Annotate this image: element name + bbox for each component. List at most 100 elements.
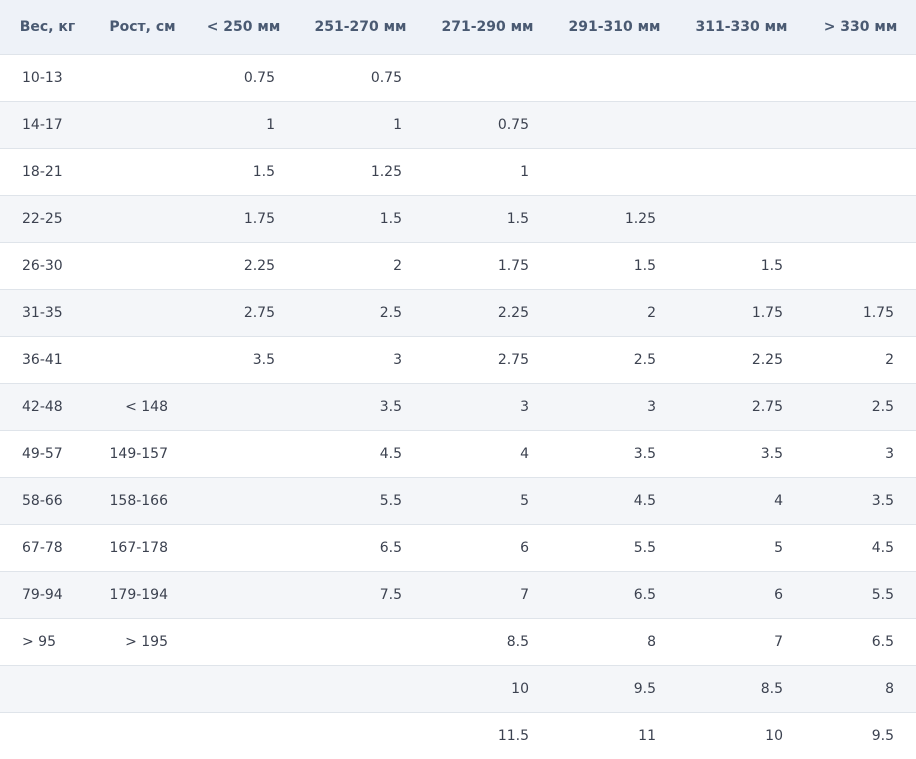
header-row: Вес, кг Рост, см < 250 мм 251-270 мм 271… <box>0 0 916 54</box>
table-cell <box>190 430 297 477</box>
table-cell: 2.5 <box>871 398 894 415</box>
table-cell <box>95 242 190 289</box>
table-cell <box>805 148 916 195</box>
table-row: 22-25 1.75 1.5 1.5 1.25 <box>0 195 916 242</box>
table-cell: 9.5 <box>633 680 656 697</box>
table-cell: 31-35 <box>22 304 63 321</box>
table-cell: 10 <box>511 680 529 697</box>
table-row: 31-35 2.75 2.5 2.25 2 1.75 1.75 <box>0 289 916 336</box>
table-cell: 1 <box>520 163 529 180</box>
table-cell: 10-13 <box>22 69 63 86</box>
table-row: 11.5 11 10 9.5 <box>0 712 916 759</box>
table-cell: 2 <box>885 351 894 368</box>
table-cell: 11 <box>638 727 656 744</box>
table-cell: 1.75 <box>243 210 275 227</box>
table-cell: 5 <box>774 539 783 556</box>
table-cell: 2 <box>393 257 402 274</box>
table-cell: 2.75 <box>497 351 529 368</box>
table-cell: 26-30 <box>22 257 63 274</box>
table-cell: 2.5 <box>633 351 656 368</box>
table-cell: 2.25 <box>751 351 783 368</box>
table-row: 14-17 1 1 0.75 <box>0 101 916 148</box>
table-cell <box>190 571 297 618</box>
table-cell: 36-41 <box>22 351 63 368</box>
table-cell: 0.75 <box>370 69 402 86</box>
table-cell: < 148 <box>125 398 168 415</box>
table-cell: 158-166 <box>109 492 169 509</box>
table-cell: 79-94 <box>22 586 63 603</box>
table-cell: 3.5 <box>760 445 783 462</box>
table-cell <box>95 54 190 101</box>
table-cell: 1.75 <box>862 304 894 321</box>
table-cell: 5.5 <box>379 492 402 509</box>
table-cell: 4 <box>774 492 783 509</box>
table-cell: > 95 <box>22 633 56 650</box>
header-size-lt-250: < 250 мм <box>206 18 281 35</box>
table-cell: 1.5 <box>252 163 275 180</box>
header-size-291-310: 291-310 мм <box>568 18 661 35</box>
table-cell: 3.5 <box>871 492 894 509</box>
table-row: 36-41 3.5 3 2.75 2.5 2.25 2 <box>0 336 916 383</box>
table-cell: 1.25 <box>370 163 402 180</box>
table-cell <box>678 54 805 101</box>
table-cell <box>297 618 424 665</box>
table-row: 79-94 179-194 7.5 7 6.5 6 5.5 <box>0 571 916 618</box>
table-cell <box>0 712 95 759</box>
table-cell: 7.5 <box>379 586 402 603</box>
table-cell: 1.5 <box>379 210 402 227</box>
table-cell <box>805 101 916 148</box>
table-row: 10 9.5 8.5 8 <box>0 665 916 712</box>
table-cell: 3 <box>647 398 656 415</box>
table-cell: 5.5 <box>871 586 894 603</box>
header-height: Рост, см <box>109 18 176 35</box>
table-cell <box>805 195 916 242</box>
table-row: 49-57 149-157 4.5 4 3.5 3.5 3 <box>0 430 916 477</box>
table-cell <box>190 618 297 665</box>
table-cell <box>0 665 95 712</box>
table-cell <box>95 148 190 195</box>
table-cell <box>678 101 805 148</box>
table-cell: 58-66 <box>22 492 63 509</box>
table-cell: 149-157 <box>109 445 169 462</box>
table-cell: 2 <box>647 304 656 321</box>
table-cell <box>551 54 678 101</box>
table-cell: 2.75 <box>751 398 783 415</box>
table-row: 67-78 167-178 6.5 6 5.5 5 4.5 <box>0 524 916 571</box>
table-cell: 3.5 <box>252 351 275 368</box>
size-table: Вес, кг Рост, см < 250 мм 251-270 мм 271… <box>0 0 916 759</box>
table-row: 58-66 158-166 5.5 5 4.5 4 3.5 <box>0 477 916 524</box>
table-cell <box>190 477 297 524</box>
table-cell <box>95 289 190 336</box>
table-cell: 1 <box>393 116 402 133</box>
table-cell <box>678 195 805 242</box>
table-cell: 5.5 <box>633 539 656 556</box>
table-cell <box>95 665 190 712</box>
table-cell: 3 <box>520 398 529 415</box>
header-size-311-330: 311-330 мм <box>695 18 788 35</box>
table-cell: 2.25 <box>243 257 275 274</box>
table-cell <box>805 242 916 289</box>
table-cell: 3.5 <box>633 445 656 462</box>
table-cell: 9.5 <box>871 727 894 744</box>
table-cell: 1 <box>266 116 275 133</box>
table-cell <box>95 336 190 383</box>
table-cell: 22-25 <box>22 210 63 227</box>
table-cell: 2.75 <box>243 304 275 321</box>
table-cell: 11.5 <box>497 727 529 744</box>
table-cell: 8 <box>647 633 656 650</box>
table-body: 10-13 0.75 0.75 14-17 1 1 0.75 18-21 1.5 1.25 1 22-… <box>0 54 916 759</box>
table-row: 42-48 < 148 3.5 3 3 2.75 2.5 <box>0 383 916 430</box>
table-cell <box>190 524 297 571</box>
table-cell <box>190 665 297 712</box>
table-cell: 4.5 <box>871 539 894 556</box>
table-cell: 4 <box>520 445 529 462</box>
table-row: 18-21 1.5 1.25 1 <box>0 148 916 195</box>
header-size-gt-330: > 330 мм <box>823 18 898 35</box>
table-cell: 3 <box>393 351 402 368</box>
table-cell <box>424 54 551 101</box>
table-cell: 42-48 <box>22 398 63 415</box>
table-header: Вес, кг Рост, см < 250 мм 251-270 мм 271… <box>0 0 916 54</box>
table-cell: 3.5 <box>379 398 402 415</box>
table-cell: 8.5 <box>760 680 783 697</box>
table-cell <box>95 195 190 242</box>
